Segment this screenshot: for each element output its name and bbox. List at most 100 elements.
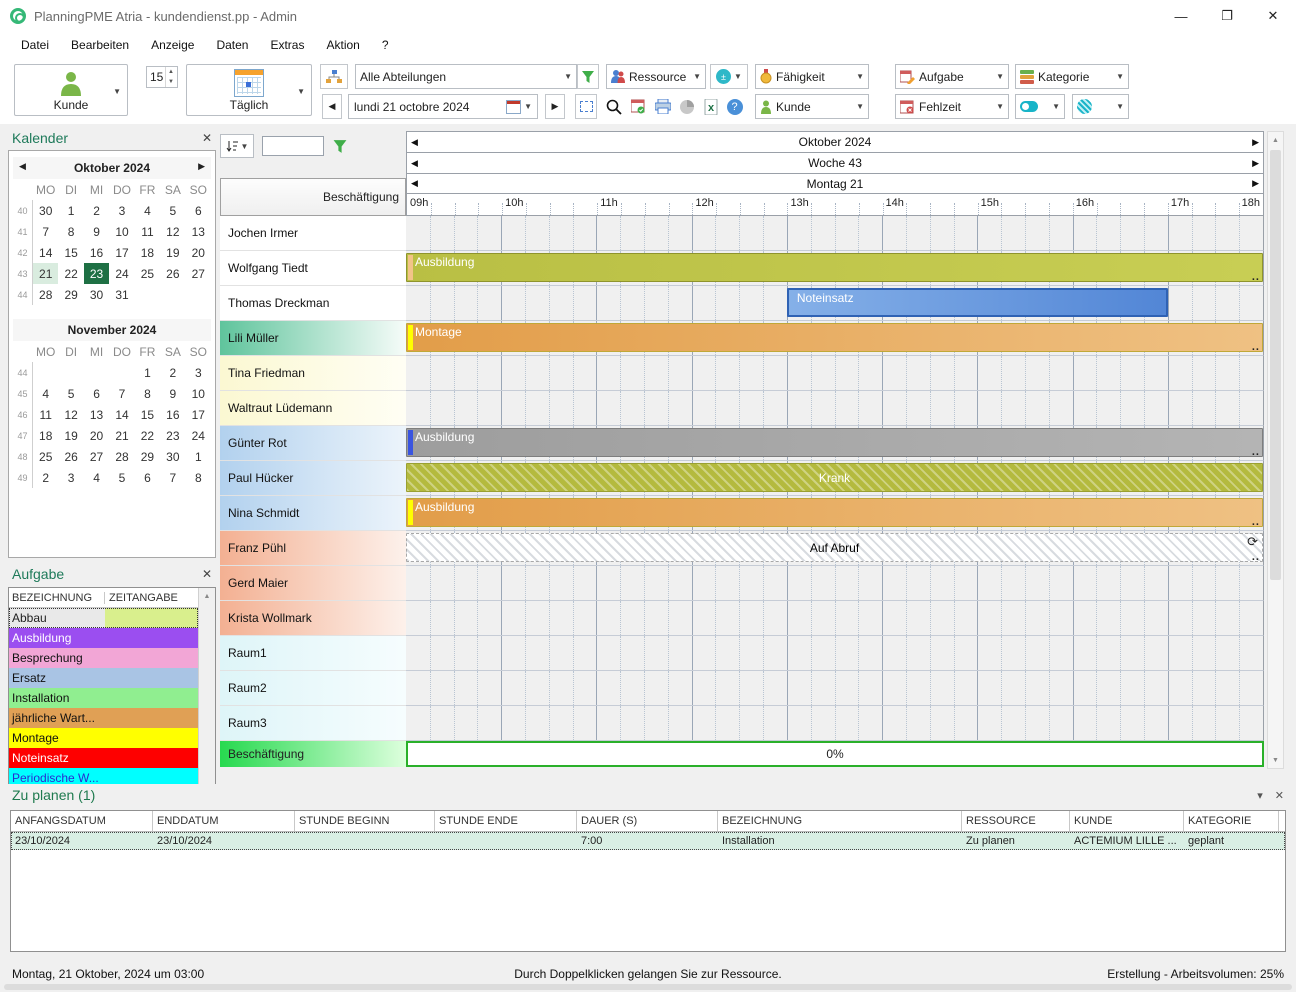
day-cell[interactable]: 5 bbox=[58, 383, 83, 404]
resource-label[interactable]: Wolfgang Tiedt bbox=[220, 251, 406, 286]
event-bar[interactable]: Noteinsatz bbox=[787, 288, 1168, 317]
day-cell[interactable]: 3 bbox=[58, 467, 83, 488]
scheduler-scrollbar[interactable]: ▲ ▼ bbox=[1267, 131, 1284, 769]
resize-handle[interactable]: .. bbox=[1252, 551, 1260, 563]
aufgabe-combo[interactable]: Aufgabe ▼ bbox=[895, 64, 1009, 89]
spinner-down-icon[interactable]: ▼ bbox=[165, 77, 176, 87]
day-cell[interactable]: 30 bbox=[33, 200, 58, 221]
task-col-zeitangabe[interactable]: ZEITANGABE bbox=[105, 592, 198, 604]
resource-timeline[interactable] bbox=[406, 601, 1264, 636]
task-row[interactable]: Abbau bbox=[9, 608, 198, 628]
day-cell[interactable]: 2 bbox=[33, 467, 58, 488]
day-cell[interactable]: 2 bbox=[160, 362, 185, 383]
zp-column-header[interactable]: RESSOURCE bbox=[962, 811, 1070, 831]
day-cell[interactable]: 14 bbox=[109, 404, 134, 425]
day-cell[interactable]: 9 bbox=[160, 383, 185, 404]
menu-item-[interactable]: ? bbox=[371, 34, 400, 56]
day-cell[interactable]: 5 bbox=[160, 200, 185, 221]
sort-order-button[interactable]: ▼ bbox=[220, 134, 254, 158]
plus-minus-button[interactable]: ± ▼ bbox=[710, 64, 748, 89]
kunde-combo[interactable]: Kunde ▼ bbox=[755, 94, 869, 119]
day-cell[interactable]: 6 bbox=[186, 200, 211, 221]
resource-label[interactable]: Nina Schmidt bbox=[220, 496, 406, 531]
resize-handle[interactable]: .. bbox=[1252, 271, 1260, 283]
day-cell[interactable]: 10 bbox=[186, 383, 211, 404]
day-cell[interactable]: 22 bbox=[135, 425, 160, 446]
menu-item-daten[interactable]: Daten bbox=[205, 34, 259, 56]
excel-export-button[interactable]: x bbox=[700, 94, 721, 119]
day-cell[interactable]: 12 bbox=[160, 221, 185, 242]
resource-label[interactable]: Thomas Dreckman bbox=[220, 286, 406, 321]
day-cell[interactable]: 8 bbox=[186, 467, 211, 488]
filter-funnel-icon[interactable] bbox=[332, 139, 348, 154]
resource-label[interactable]: Raum3 bbox=[220, 706, 406, 741]
menu-item-aktion[interactable]: Aktion bbox=[315, 34, 370, 56]
day-cell[interactable]: 2 bbox=[84, 200, 109, 221]
day-cell[interactable]: 20 bbox=[84, 425, 109, 446]
day-cell[interactable]: 20 bbox=[186, 242, 211, 263]
task-panel-close-icon[interactable]: ✕ bbox=[202, 567, 212, 581]
resource-timeline[interactable] bbox=[406, 671, 1264, 706]
resource-label[interactable]: Franz Pühl bbox=[220, 531, 406, 566]
day-cell[interactable]: 27 bbox=[186, 263, 211, 284]
resource-label[interactable]: Günter Rot bbox=[220, 426, 406, 461]
department-combo[interactable]: Alle Abteilungen ▼ bbox=[355, 64, 577, 89]
zp-column-header[interactable]: ENDDATUM bbox=[153, 811, 295, 831]
day-cell[interactable]: 19 bbox=[58, 425, 83, 446]
event-bar[interactable]: Montage.. bbox=[406, 323, 1263, 352]
restore-button[interactable]: ❐ bbox=[1204, 0, 1250, 32]
day-cell[interactable]: 3 bbox=[186, 362, 211, 383]
task-row[interactable]: Noteinsatz bbox=[9, 748, 198, 768]
day-cell[interactable]: 15 bbox=[58, 242, 83, 263]
today-button[interactable] bbox=[628, 94, 649, 119]
day-cell[interactable]: 6 bbox=[84, 383, 109, 404]
day-cell[interactable]: 13 bbox=[186, 221, 211, 242]
fehlzeit-combo[interactable]: Fehlzeit ▼ bbox=[895, 94, 1009, 119]
day-cell[interactable]: 3 bbox=[109, 200, 134, 221]
resource-timeline[interactable]: Ausbildung.. bbox=[406, 251, 1264, 286]
collapse-icon[interactable]: ▾ bbox=[1257, 789, 1263, 802]
menu-item-anzeige[interactable]: Anzeige bbox=[140, 34, 205, 56]
resource-timeline[interactable] bbox=[406, 216, 1264, 251]
search-button[interactable] bbox=[603, 94, 624, 119]
next-arrow-icon[interactable]: ▶ bbox=[1252, 158, 1259, 169]
task-row[interactable]: Montage bbox=[9, 728, 198, 748]
resource-label[interactable]: Tina Friedman bbox=[220, 356, 406, 391]
day-cell[interactable]: 30 bbox=[84, 284, 109, 305]
next-arrow-icon[interactable]: ▶ bbox=[1252, 178, 1259, 189]
resize-handle[interactable]: .. bbox=[1252, 341, 1260, 353]
resource-label[interactable]: Waltraut Lüdemann bbox=[220, 391, 406, 426]
menu-item-extras[interactable]: Extras bbox=[259, 34, 315, 56]
resource-timeline[interactable]: Krank bbox=[406, 461, 1264, 496]
stats-button[interactable] bbox=[676, 94, 697, 119]
day-cell[interactable]: 18 bbox=[135, 242, 160, 263]
print-button[interactable] bbox=[652, 94, 673, 119]
org-chart-button[interactable] bbox=[320, 64, 348, 89]
close-button[interactable]: ✕ bbox=[1250, 0, 1296, 32]
day-cell[interactable]: 13 bbox=[84, 404, 109, 425]
next-arrow-icon[interactable]: ▶ bbox=[1252, 137, 1259, 148]
day-cell[interactable]: 6 bbox=[135, 467, 160, 488]
day-cell[interactable]: 17 bbox=[109, 242, 134, 263]
day-cell[interactable]: 11 bbox=[33, 404, 58, 425]
event-bar[interactable]: Ausbildung.. bbox=[406, 253, 1263, 282]
event-bar[interactable]: Ausbildung.. bbox=[406, 428, 1263, 457]
resource-timeline[interactable] bbox=[406, 706, 1264, 741]
resource-timeline[interactable]: Ausbildung.. bbox=[406, 426, 1264, 461]
zp-column-header[interactable]: DAUER (S) bbox=[577, 811, 718, 831]
scroll-down-icon[interactable]: ▼ bbox=[1268, 752, 1283, 768]
day-cell[interactable]: 9 bbox=[84, 221, 109, 242]
prev-arrow-icon[interactable]: ◀ bbox=[411, 158, 418, 169]
day-cell[interactable]: 7 bbox=[33, 221, 58, 242]
prev-arrow-icon[interactable]: ◀ bbox=[411, 137, 418, 148]
resource-timeline[interactable] bbox=[406, 391, 1264, 426]
resource-timeline[interactable]: Noteinsatz bbox=[406, 286, 1264, 321]
task-row[interactable]: Besprechung bbox=[9, 648, 198, 668]
minimize-button[interactable]: — bbox=[1158, 0, 1204, 32]
resource-timeline[interactable] bbox=[406, 636, 1264, 671]
menu-item-bearbeiten[interactable]: Bearbeiten bbox=[60, 34, 140, 56]
spinner-up-icon[interactable]: ▲ bbox=[165, 67, 176, 77]
day-cell[interactable]: 19 bbox=[160, 242, 185, 263]
next-month-icon[interactable]: ▶ bbox=[198, 161, 205, 172]
toggle-filter-combo[interactable]: ▼ bbox=[1015, 94, 1065, 119]
